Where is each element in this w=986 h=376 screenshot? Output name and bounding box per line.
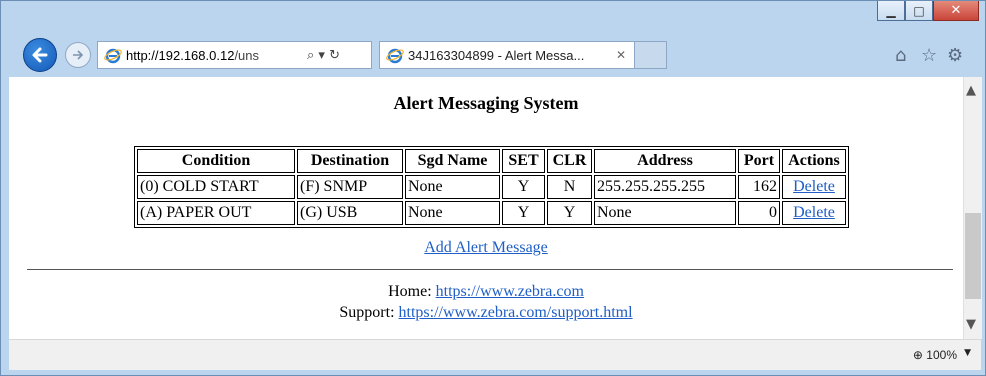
status-bar: ⊕ 100% ▼ bbox=[9, 339, 981, 370]
support-url-link[interactable]: https://www.zebra.com/support.html bbox=[399, 304, 633, 321]
address-path: /uns bbox=[234, 47, 260, 63]
header-address: Address bbox=[594, 149, 736, 173]
cell-port: 0 bbox=[738, 201, 780, 225]
cell-address: None bbox=[594, 201, 736, 225]
navigation-bar: http://192.168.0.12/uns ⌕ ▾ ↻ 34J1633048… bbox=[1, 27, 985, 77]
address-controls[interactable]: ⌕ ▾ ↻ bbox=[307, 48, 340, 63]
minimize-button[interactable]: ▁ bbox=[877, 1, 905, 21]
zoom-icon: ⊕ bbox=[912, 348, 923, 362]
vertical-scrollbar[interactable]: ▲ ▼ bbox=[963, 77, 982, 339]
browser-window: ▁ □ ✕ http://192.168.0.12/uns ⌕ ▾ ↻ 34J1… bbox=[0, 0, 986, 376]
support-line: Support: https://www.zebra.com/support.h… bbox=[9, 304, 963, 322]
cell-sgd-name: None bbox=[405, 201, 500, 225]
back-arrow-icon bbox=[32, 47, 48, 63]
cell-sgd-name: None bbox=[405, 175, 500, 199]
address-url[interactable]: http://192.168.0.12/uns bbox=[126, 48, 301, 63]
delete-link[interactable]: Delete bbox=[793, 204, 835, 221]
add-alert-container: Add Alert Message bbox=[9, 237, 963, 257]
header-destination: Destination bbox=[297, 149, 403, 173]
zoom-value: 100% bbox=[926, 348, 957, 362]
header-port: Port bbox=[738, 149, 780, 173]
page-title: Alert Messaging System bbox=[393, 93, 579, 113]
home-url-link[interactable]: https://www.zebra.com bbox=[436, 283, 584, 300]
divider bbox=[27, 269, 953, 270]
zoom-dropdown-icon[interactable]: ▼ bbox=[964, 348, 971, 358]
maximize-button[interactable]: □ bbox=[905, 1, 933, 21]
home-line: Home: https://www.zebra.com bbox=[9, 283, 963, 301]
zoom-level[interactable]: ⊕ 100% bbox=[913, 348, 957, 362]
header-condition: Condition bbox=[137, 149, 295, 173]
scroll-up-icon[interactable]: ▲ bbox=[966, 83, 976, 98]
table-row: (0) COLD START (F) SNMP None Y N 255.255… bbox=[137, 175, 846, 199]
cell-condition: (0) COLD START bbox=[137, 175, 295, 199]
favorites-star-icon[interactable]: ☆ bbox=[921, 45, 937, 66]
address-host: http://192.168.0.12 bbox=[126, 47, 235, 63]
delete-link[interactable]: Delete bbox=[793, 178, 835, 195]
back-button[interactable] bbox=[23, 38, 57, 72]
header-clr: CLR bbox=[547, 149, 592, 173]
cell-clr: N bbox=[547, 175, 592, 199]
tab-close-button[interactable]: ✕ bbox=[616, 48, 626, 62]
table-header-row: Condition Destination Sgd Name SET CLR A… bbox=[137, 149, 846, 173]
cell-destination: (F) SNMP bbox=[297, 175, 403, 199]
cell-destination: (G) USB bbox=[297, 201, 403, 225]
table-row: (A) PAPER OUT (G) USB None Y Y None 0 De… bbox=[137, 201, 846, 225]
close-icon: ✕ bbox=[950, 3, 962, 18]
scroll-down-icon[interactable]: ▼ bbox=[966, 317, 976, 332]
header-sgd-name: Sgd Name bbox=[405, 149, 500, 173]
home-label: Home: bbox=[388, 283, 432, 300]
home-icon[interactable]: ⌂ bbox=[895, 45, 906, 66]
cell-actions: Delete bbox=[782, 201, 846, 225]
cell-set: Y bbox=[502, 201, 545, 225]
ie-logo-icon bbox=[104, 48, 122, 64]
support-label: Support: bbox=[339, 304, 395, 321]
address-bar[interactable]: http://192.168.0.12/uns ⌕ ▾ ↻ bbox=[97, 41, 372, 69]
maximize-icon: □ bbox=[913, 3, 925, 18]
cell-set: Y bbox=[502, 175, 545, 199]
minimize-icon: ▁ bbox=[886, 3, 896, 18]
settings-gear-icon[interactable]: ⚙ bbox=[947, 45, 963, 66]
alerts-table: Condition Destination Sgd Name SET CLR A… bbox=[134, 146, 849, 228]
cell-condition: (A) PAPER OUT bbox=[137, 201, 295, 225]
page-content: Alert Messaging System Condition Destina… bbox=[9, 77, 963, 339]
header-actions: Actions bbox=[782, 149, 846, 173]
cell-actions: Delete bbox=[782, 175, 846, 199]
cell-clr: Y bbox=[547, 201, 592, 225]
tab-alert-messaging[interactable]: 34J163304899 - Alert Messa... ✕ bbox=[379, 41, 635, 69]
new-tab-button[interactable] bbox=[635, 41, 667, 69]
cell-address: 255.255.255.255 bbox=[594, 175, 736, 199]
window-controls: ▁ □ ✕ bbox=[877, 1, 979, 21]
ie-logo-icon bbox=[386, 48, 404, 64]
header-set: SET bbox=[502, 149, 545, 173]
cell-port: 162 bbox=[738, 175, 780, 199]
forward-button[interactable] bbox=[65, 42, 91, 68]
add-alert-message-link[interactable]: Add Alert Message bbox=[424, 239, 548, 256]
scrollbar-thumb[interactable] bbox=[965, 213, 981, 299]
tab-title: 34J163304899 - Alert Messa... bbox=[408, 47, 585, 63]
forward-arrow-icon bbox=[73, 50, 84, 60]
close-window-button[interactable]: ✕ bbox=[933, 1, 979, 21]
